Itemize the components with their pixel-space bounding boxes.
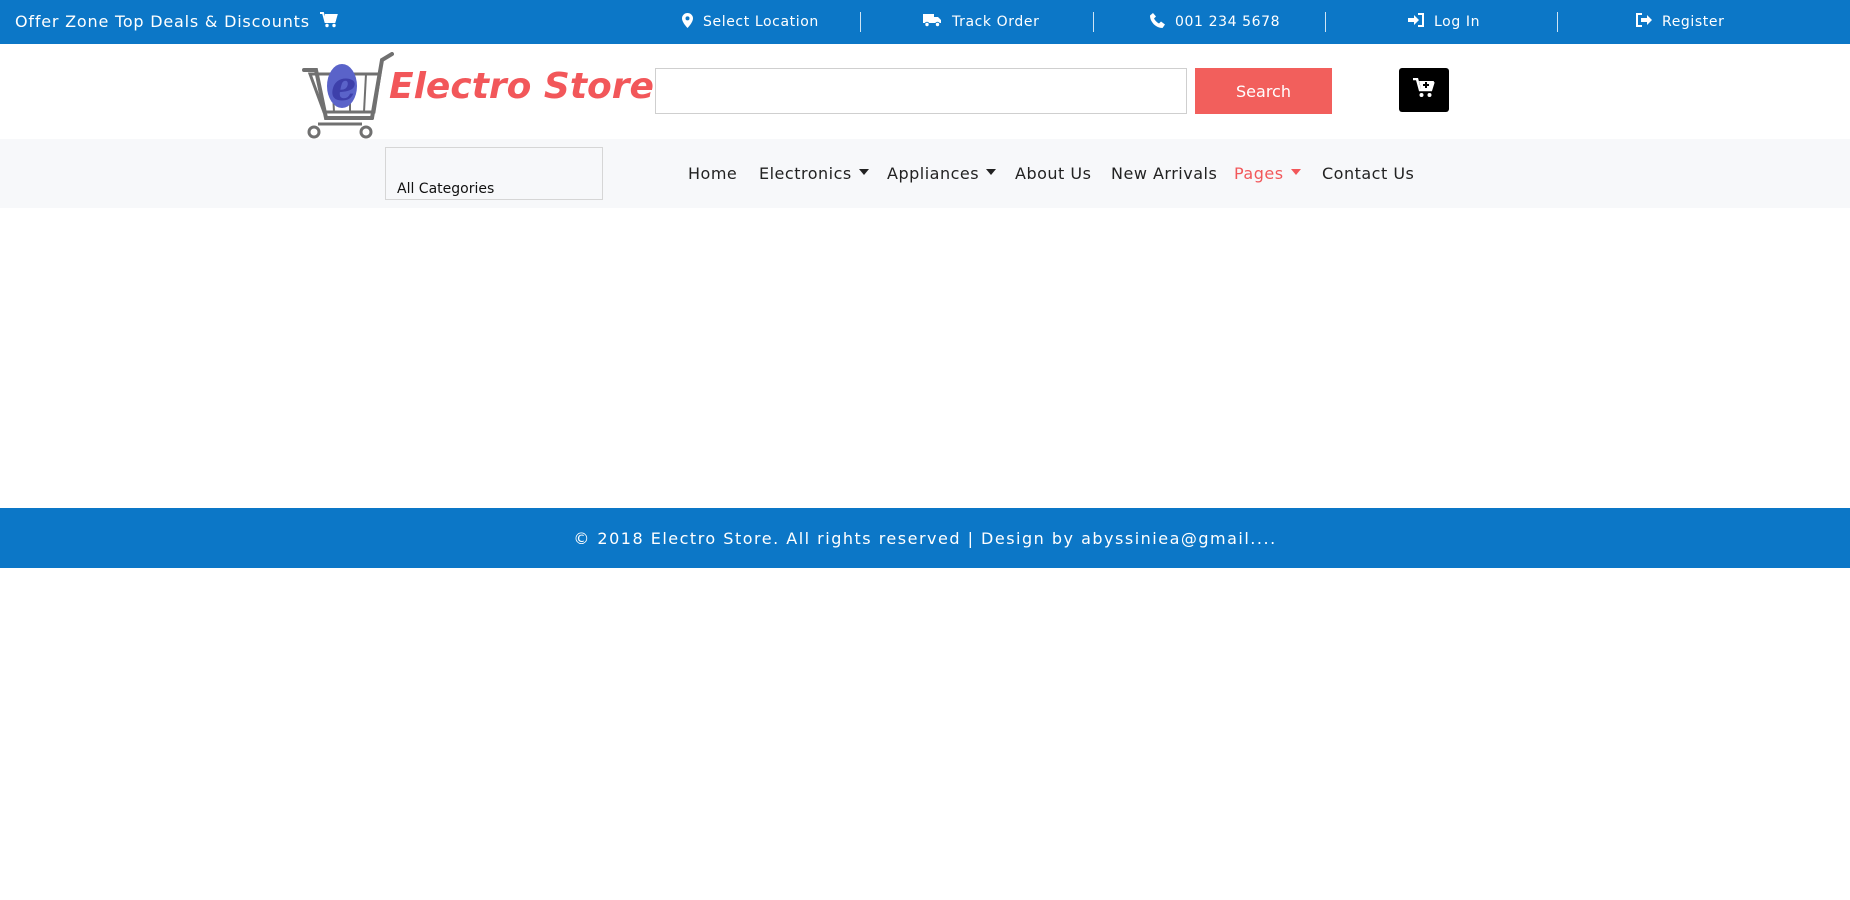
register-label: Register: [1662, 14, 1725, 30]
store-logo-icon[interactable]: e: [302, 52, 394, 142]
sign-out-icon: [1636, 13, 1652, 31]
log-in-link[interactable]: Log In: [1408, 0, 1480, 44]
svg-text:e: e: [331, 63, 356, 110]
search-input[interactable]: [655, 68, 1187, 114]
offer-zone-link[interactable]: Offer Zone Top Deals & Discounts: [15, 0, 338, 44]
phone-link[interactable]: 001 234 5678: [1150, 0, 1280, 44]
caret-down-icon: [986, 168, 997, 175]
log-in-label: Log In: [1434, 14, 1481, 30]
nav-item-label: Pages: [1234, 164, 1284, 183]
offer-zone-text: Offer Zone Top Deals & Discounts: [15, 12, 310, 31]
nav-item-new-arrivals[interactable]: New Arrivals: [1111, 139, 1217, 208]
divider: [860, 12, 861, 32]
nav-item-label: New Arrivals: [1111, 164, 1218, 183]
sign-in-icon: [1408, 13, 1424, 31]
nav-item-label: Home: [688, 164, 738, 183]
caret-down-icon: [1290, 168, 1301, 175]
cart-button[interactable]: [1399, 68, 1449, 112]
search-button[interactable]: Search: [1195, 68, 1332, 114]
truck-icon: [923, 13, 942, 31]
cart-plus-icon: [1413, 77, 1435, 102]
select-location-link[interactable]: Select Location: [682, 0, 819, 44]
store-logo-text[interactable]: Electro Store: [389, 66, 654, 107]
nav-item-pages[interactable]: Pages: [1234, 139, 1301, 208]
caret-down-icon: [858, 168, 869, 175]
nav-item-about-us[interactable]: About Us: [1015, 139, 1091, 208]
map-marker-icon: [682, 12, 693, 32]
top-bar: Offer Zone Top Deals & Discounts Select …: [0, 0, 1850, 44]
track-order-label: Track Order: [952, 14, 1040, 30]
nav-item-label: About Us: [1015, 164, 1092, 183]
copyright-text: © 2018 Electro Store. All rights reserve…: [573, 528, 1277, 548]
category-select-value: All Categories: [397, 181, 495, 197]
nav-item-contact-us[interactable]: Contact Us: [1322, 139, 1414, 208]
select-location-label: Select Location: [703, 14, 819, 30]
nav-item-home[interactable]: Home: [688, 139, 737, 208]
phone-icon: [1150, 12, 1165, 32]
nav-item-appliances[interactable]: Appliances: [887, 139, 997, 208]
divider: [1325, 12, 1326, 32]
nav-item-label: Electronics: [759, 164, 852, 183]
divider: [1093, 12, 1094, 32]
nav-item-electronics[interactable]: Electronics: [759, 139, 869, 208]
divider: [1557, 12, 1558, 32]
nav-item-label: Appliances: [887, 164, 980, 183]
phone-number: 001 234 5678: [1175, 14, 1281, 30]
register-link[interactable]: Register: [1636, 0, 1724, 44]
track-order-link[interactable]: Track Order: [923, 0, 1039, 44]
category-select[interactable]: All Categories: [385, 147, 603, 200]
shopping-cart-icon: [319, 1, 338, 45]
nav-item-label: Contact Us: [1322, 164, 1415, 183]
copyright-footer: © 2018 Electro Store. All rights reserve…: [0, 508, 1850, 568]
